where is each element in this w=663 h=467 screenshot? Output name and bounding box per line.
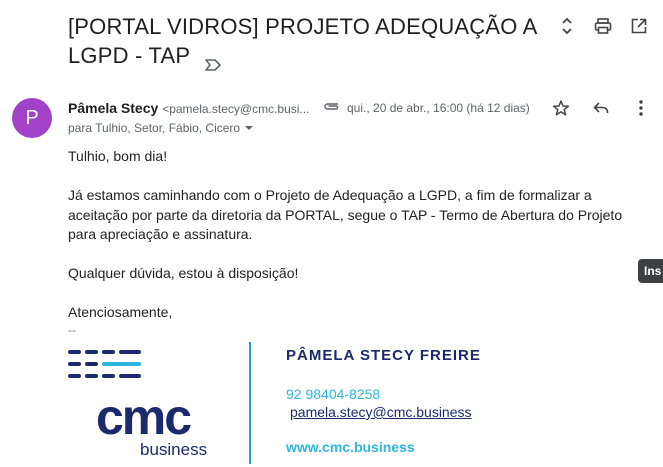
cmc-logo: cmc business (68, 348, 228, 459)
logo-main-text: cmc (96, 389, 191, 445)
paperclip-icon (323, 100, 341, 115)
sender-name[interactable]: Pâmela Stecy (68, 100, 158, 116)
signature-email-link[interactable]: pamela.stecy@cmc.business (290, 404, 472, 420)
signature-website[interactable]: www.cmc.business (286, 439, 415, 455)
logo-sub-text: business (140, 440, 207, 458)
unfold-icon[interactable] (557, 16, 577, 36)
message-date: qui., 20 de abr., 16:00 (há 12 dias) (347, 100, 530, 115)
printer-icon[interactable] (593, 16, 613, 36)
caret-down-icon[interactable] (244, 121, 254, 135)
avatar-initial: P (25, 106, 39, 129)
message-actions (551, 98, 651, 118)
cmc-logo-graphic: cmc business (68, 350, 207, 459)
subject-text: [PORTAL VIDROS] PROJETO ADEQUAÇÃO A LGPD… (68, 14, 537, 68)
message-body: Tulhio, bom dia! Já estamos caminhando c… (68, 147, 643, 337)
recipients[interactable]: para Tulhio, Setor, Fábio, Cicero (68, 121, 254, 135)
signature-divider (249, 342, 251, 464)
signature-name: PÂMELA STECY FREIRE (286, 347, 481, 364)
open-in-new-icon[interactable] (629, 16, 649, 36)
signature-separator: -- (68, 322, 76, 337)
star-icon[interactable] (551, 98, 571, 118)
tooltip: Ins (638, 259, 663, 283)
thread-actions (557, 16, 649, 36)
recipients-text: para Tulhio, Setor, Fábio, Cicero (68, 121, 241, 135)
reply-icon[interactable] (591, 98, 611, 118)
avatar[interactable]: P (12, 98, 52, 138)
body-paragraph: Qualquer dúvida, estou à disposição! (68, 265, 299, 281)
signature-block: cmc business PÂMELA STECY FREIRE 92 9840… (68, 340, 488, 467)
label-arrow-icon[interactable] (204, 50, 222, 71)
body-paragraph: Já estamos caminhando com o Projeto de A… (68, 187, 623, 242)
message-meta: qui., 20 de abr., 16:00 (há 12 dias) (323, 100, 530, 115)
more-vert-icon[interactable] (631, 98, 651, 118)
email-subject: [PORTAL VIDROS] PROJETO ADEQUAÇÃO A LGPD… (68, 12, 538, 71)
greeting: Tulhio, bom dia! (68, 148, 168, 164)
tooltip-text: Ins (644, 264, 662, 278)
signature-phone[interactable]: 92 98404-8258 (286, 386, 380, 402)
closing: Atenciosamente, (68, 304, 173, 320)
sender-line: Pâmela Stecy <pamela.stecy@cmc.busi... (68, 100, 309, 116)
sender-email: <pamela.stecy@cmc.busi... (162, 102, 310, 116)
